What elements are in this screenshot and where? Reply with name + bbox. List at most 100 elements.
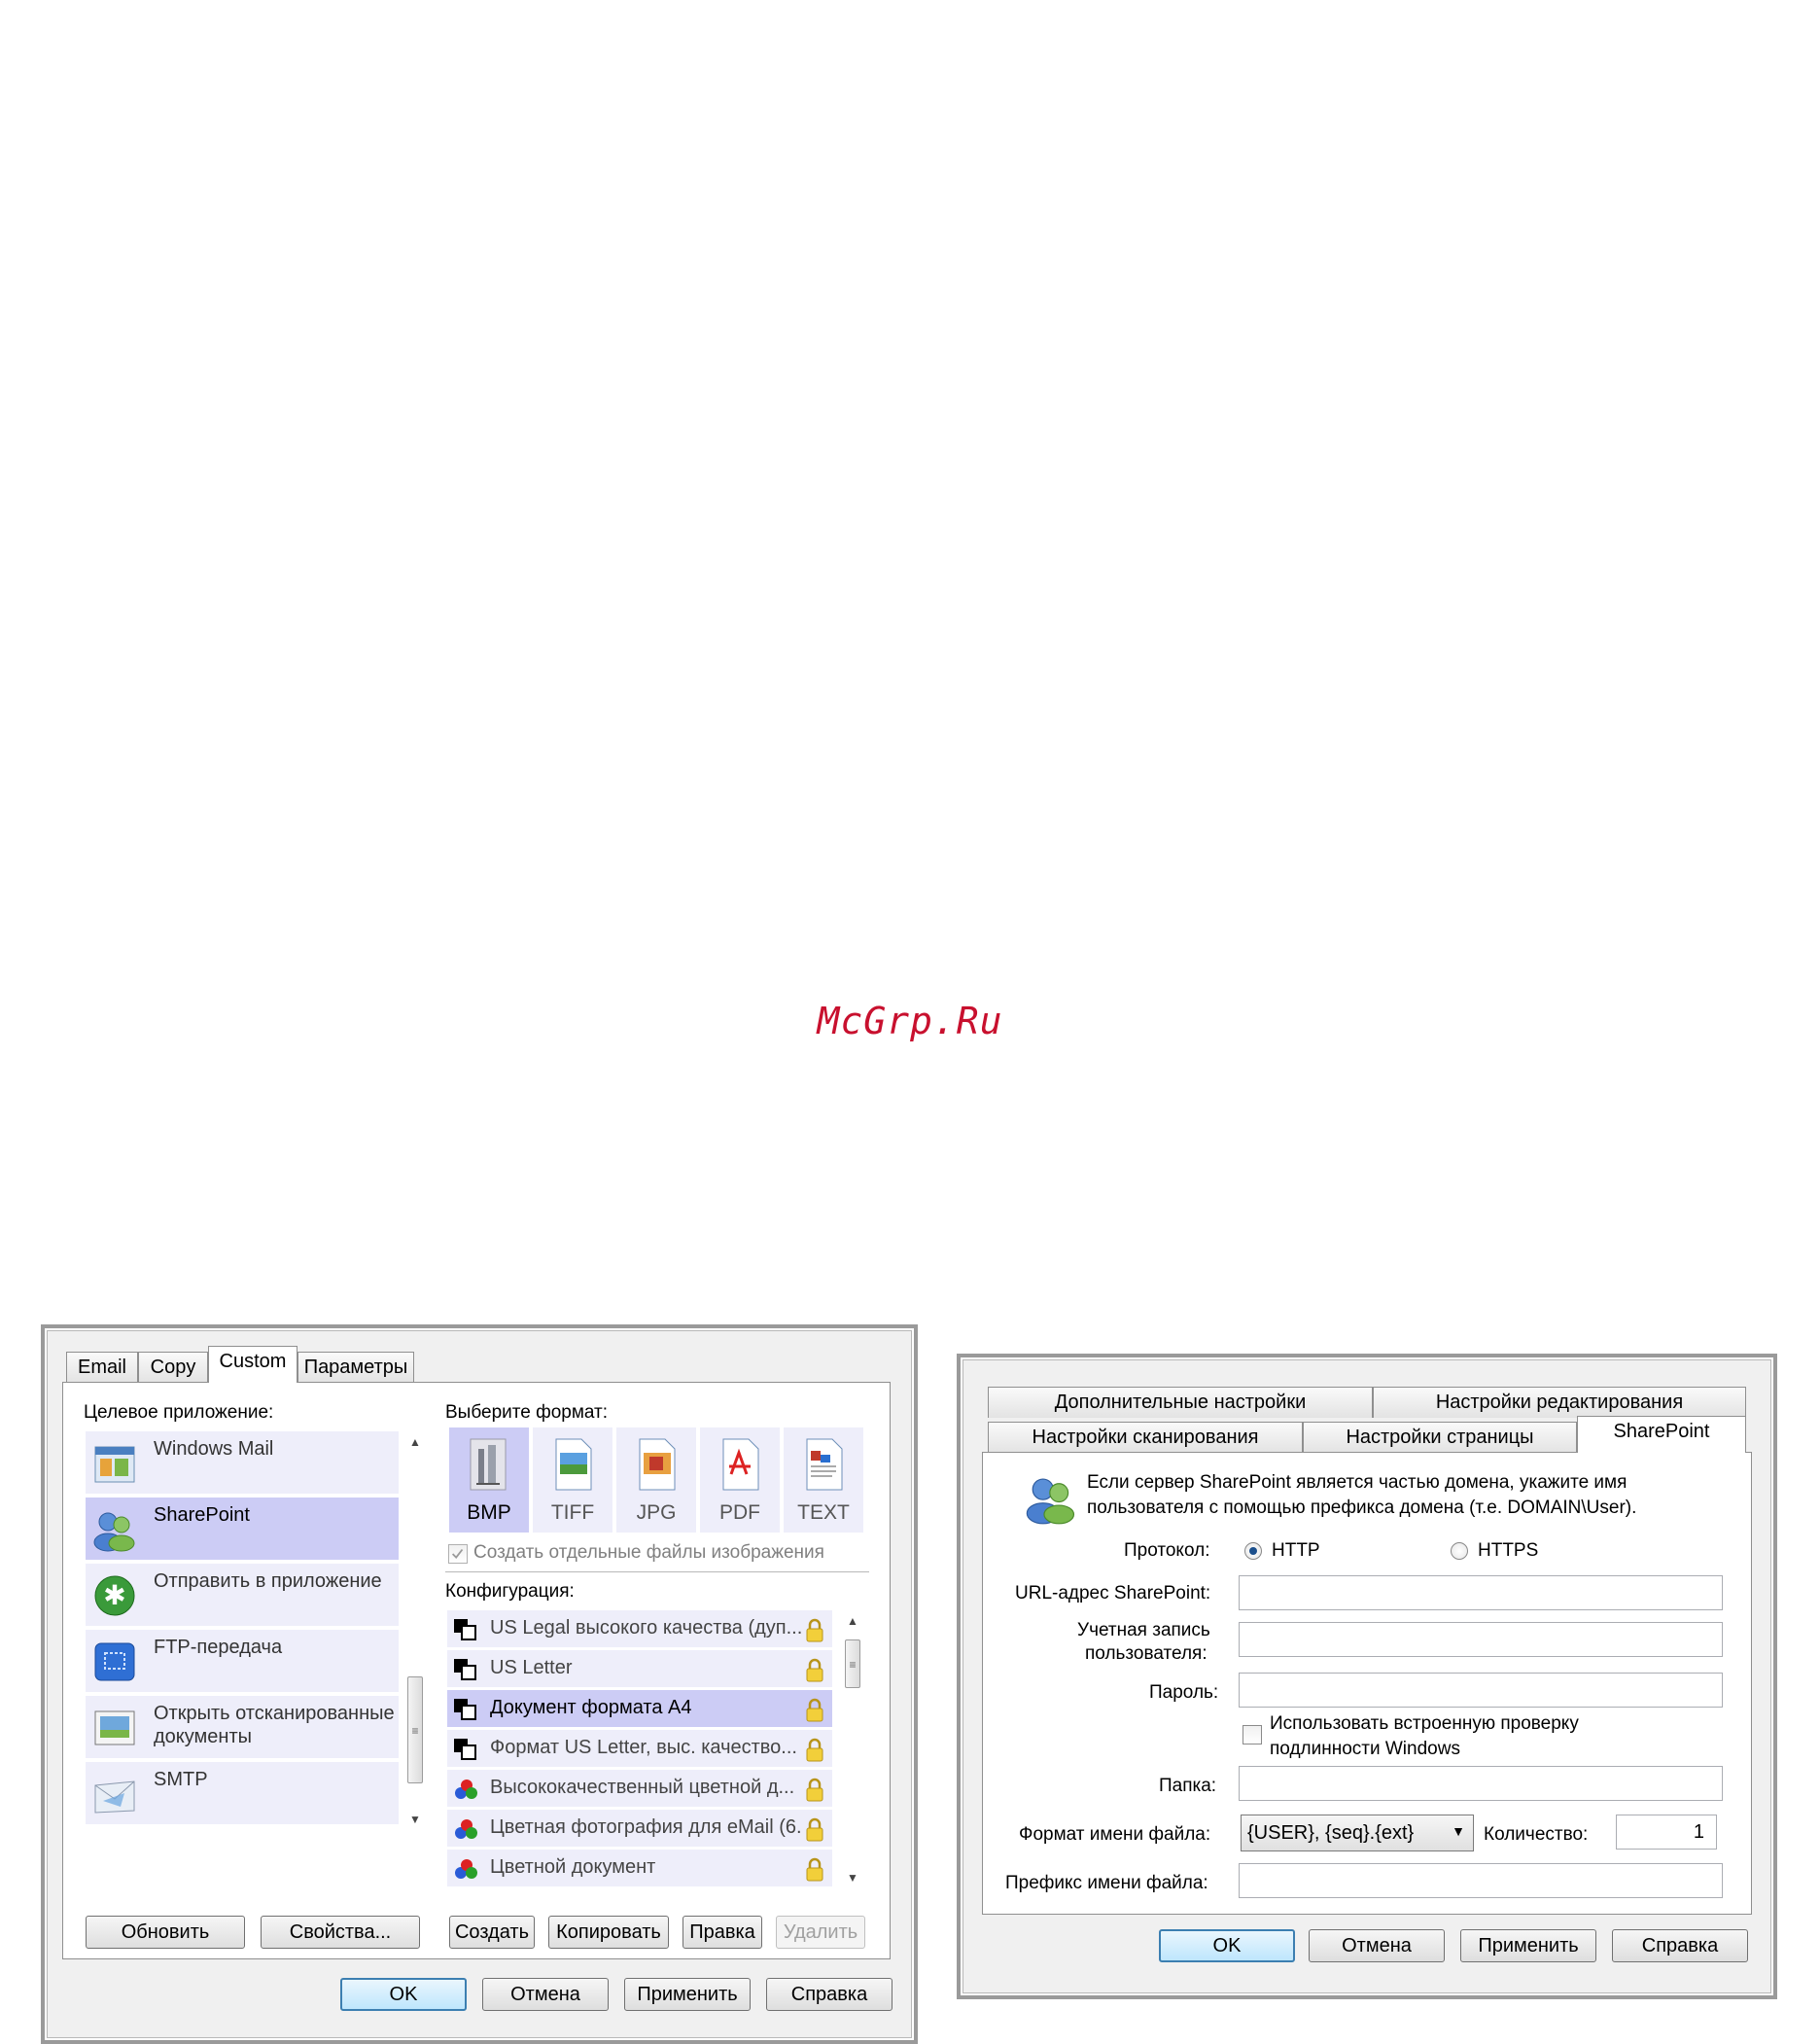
prefix-input[interactable] [1239, 1863, 1723, 1898]
https-radio[interactable] [1451, 1542, 1468, 1560]
format-text[interactable]: TEXT [784, 1427, 863, 1533]
http-radio[interactable] [1244, 1542, 1262, 1560]
tab-additional-settings[interactable]: Дополнительные настройки [988, 1387, 1373, 1418]
checkmark-icon [451, 1548, 464, 1559]
scroll-up-icon[interactable]: ▲ [404, 1431, 426, 1453]
lock-icon [806, 1658, 823, 1682]
info-text-line2: пользователя с помощью префикса домена (… [1087, 1498, 1637, 1518]
properties-button[interactable]: Свойства... [261, 1916, 420, 1949]
help-button[interactable]: Справка [1612, 1929, 1748, 1962]
help-button[interactable]: Справка [766, 1978, 892, 2011]
format-name: TEXT [797, 1501, 850, 1524]
https-radio-label: HTTPS [1478, 1540, 1539, 1561]
pdf-file-icon [722, 1438, 759, 1491]
separate-files-label: Создать отдельные файлы изображения [473, 1542, 824, 1563]
config-item[interactable]: Цветной документ [447, 1850, 832, 1886]
target-app-label: Целевое приложение: [84, 1402, 274, 1423]
folder-label: Папка: [1159, 1776, 1217, 1796]
format-name: TIFF [550, 1501, 595, 1524]
bw-config-icon [454, 1619, 476, 1640]
info-text-line1: Если сервер SharePoint является частью д… [1087, 1472, 1628, 1493]
app-item-smtp[interactable]: SMTP [86, 1762, 399, 1824]
ok-button[interactable]: OK [1159, 1929, 1295, 1962]
config-name: US Legal высокого качества (дуп... [490, 1617, 801, 1639]
format-jpg[interactable]: JPG [616, 1427, 696, 1533]
config-item[interactable]: US Letter [447, 1650, 832, 1687]
apply-button[interactable]: Применить [624, 1978, 751, 2011]
tab-sharepoint[interactable]: SharePoint [1577, 1416, 1746, 1453]
format-tiff[interactable]: TIFF [533, 1427, 612, 1533]
app-item-sharepoint[interactable]: SharePoint [86, 1498, 399, 1560]
lock-icon [806, 1618, 823, 1642]
separate-files-checkbox[interactable] [448, 1544, 468, 1564]
config-name: Высококачественный цветной д... [490, 1777, 795, 1798]
config-label: Конфигурация: [445, 1581, 575, 1602]
account-input[interactable] [1239, 1622, 1723, 1657]
bw-config-icon [454, 1739, 476, 1760]
edit-button[interactable]: Правка [682, 1916, 762, 1949]
tab-scan-settings[interactable]: Настройки сканирования [988, 1422, 1303, 1453]
filename-format-value: {USER}, {seq}.{ext} [1247, 1822, 1415, 1844]
create-button[interactable]: Создать [449, 1916, 535, 1949]
count-input[interactable]: 1 [1616, 1815, 1717, 1850]
config-item[interactable]: Формат US Letter, выс. качество... [447, 1730, 832, 1767]
lock-icon [806, 1817, 823, 1842]
app-item-send-to-app[interactable]: ✱ Отправить в приложение [86, 1564, 399, 1626]
count-value: 1 [1693, 1821, 1704, 1843]
scroll-up-icon[interactable]: ▲ [842, 1610, 863, 1632]
filename-format-select[interactable]: {USER}, {seq}.{ext} ▼ [1241, 1815, 1474, 1851]
scroll-down-icon[interactable]: ▼ [404, 1809, 426, 1830]
config-name: US Letter [490, 1657, 573, 1678]
format-pdf[interactable]: PDF [700, 1427, 780, 1533]
refresh-button[interactable]: Обновить [86, 1916, 245, 1949]
tab-email[interactable]: Email [66, 1352, 138, 1383]
format-bmp[interactable]: BMP [449, 1427, 529, 1533]
scrollbar-thumb[interactable]: ≡ [407, 1676, 423, 1783]
app-item-open-scanned[interactable]: Открыть отсканированные документы [86, 1696, 399, 1758]
config-name: Цветной документ [490, 1856, 656, 1878]
delete-button[interactable]: Удалить [776, 1916, 865, 1949]
password-input[interactable] [1239, 1673, 1723, 1708]
sharepoint-icon [1026, 1478, 1075, 1525]
tab-page-settings[interactable]: Настройки страницы [1303, 1422, 1577, 1453]
app-item-ftp[interactable]: FTP-передача [86, 1630, 399, 1692]
tab-parameters[interactable]: Параметры [298, 1352, 414, 1383]
account-label-line2: пользователя: [1085, 1643, 1208, 1664]
cancel-button[interactable]: Отмена [1309, 1929, 1445, 1962]
config-name: Формат US Letter, выс. качество... [490, 1737, 797, 1758]
config-item[interactable]: US Legal высокого качества (дуп... [447, 1610, 832, 1647]
tab-edit-settings[interactable]: Настройки редактирования [1373, 1387, 1746, 1418]
app-item-windows-mail[interactable]: Windows Mail [86, 1431, 399, 1494]
lock-icon [806, 1738, 823, 1762]
format-label: Выберите формат: [445, 1402, 609, 1423]
windows-auth-label-line1: Использовать встроенную проверку [1270, 1713, 1579, 1734]
count-label: Количество: [1484, 1824, 1589, 1845]
windows-auth-checkbox[interactable] [1242, 1725, 1262, 1744]
send-to-app-icon: ✱ [94, 1575, 135, 1616]
apply-button[interactable]: Применить [1460, 1929, 1596, 1962]
ftp-icon [94, 1642, 135, 1681]
config-name: Цветная фотография для eMail (6... [490, 1816, 801, 1838]
ok-button[interactable]: OK [340, 1978, 467, 2011]
scrollbar-thumb[interactable]: ≡ [845, 1639, 860, 1688]
tab-copy[interactable]: Copy [138, 1352, 208, 1383]
tiff-file-icon [555, 1438, 592, 1491]
filename-format-label: Формат имени файла: [1019, 1824, 1211, 1845]
config-list-scrollbar[interactable]: ▲ ≡ ▼ [842, 1610, 863, 1888]
config-name: Документ формата А4 [490, 1697, 692, 1718]
cancel-button[interactable]: Отмена [482, 1978, 609, 2011]
lock-icon [806, 1778, 823, 1802]
config-item[interactable]: Документ формата А4 [447, 1690, 832, 1727]
app-list-scrollbar[interactable]: ▲ ≡ ▼ [404, 1431, 426, 1832]
config-item[interactable]: Высококачественный цветной д... [447, 1770, 832, 1807]
scroll-down-icon[interactable]: ▼ [842, 1867, 863, 1888]
watermark-text: McGrp.Ru [817, 1000, 1003, 1042]
jpg-file-icon [639, 1438, 676, 1491]
url-input[interactable] [1239, 1575, 1723, 1610]
svg-text:✱: ✱ [103, 1579, 125, 1611]
format-name: BMP [467, 1501, 511, 1524]
tab-custom[interactable]: Custom [208, 1346, 298, 1383]
folder-input[interactable] [1239, 1766, 1723, 1801]
copy-button[interactable]: Копировать [548, 1916, 669, 1949]
config-item[interactable]: Цветная фотография для eMail (6... [447, 1810, 832, 1847]
